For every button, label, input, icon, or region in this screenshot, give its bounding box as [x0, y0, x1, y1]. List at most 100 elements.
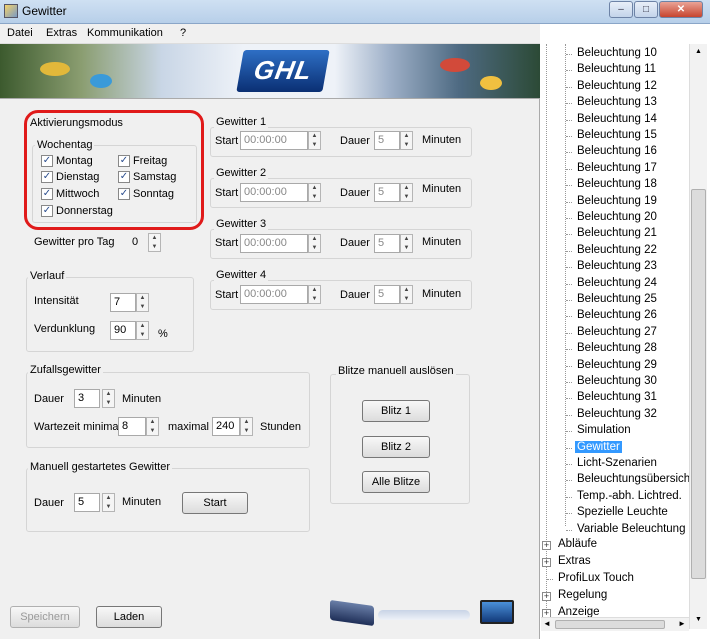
blitz-1-button[interactable]: Blitz 1	[362, 400, 430, 422]
tree-item[interactable]: Beleuchtung 29	[575, 359, 659, 371]
expand-icon[interactable]: +	[542, 558, 551, 567]
spin-up-icon[interactable]: ▲	[147, 418, 158, 426]
scroll-thumb[interactable]	[691, 189, 706, 579]
gewitter-pro-tag-spinner[interactable]: ▲ ▼	[148, 233, 161, 252]
verdunklung-spinner[interactable]: ▲ ▼	[136, 321, 149, 340]
blitz-2-button[interactable]: Blitz 2	[362, 436, 430, 458]
tree-item[interactable]: Beleuchtung 22	[575, 244, 659, 256]
spin-up-icon[interactable]: ▲	[309, 286, 320, 294]
tree-root-item[interactable]: Regelung	[558, 589, 607, 601]
tree-root-item[interactable]: ProfiLux Touch	[558, 572, 634, 584]
gewitter-4-start-spinner[interactable]: ▲ ▼	[308, 285, 321, 304]
scroll-left-icon[interactable]: ◄	[543, 619, 551, 628]
tree-item[interactable]: Beleuchtung 30	[575, 375, 659, 387]
expand-icon[interactable]: +	[542, 592, 551, 601]
spin-down-icon[interactable]: ▼	[401, 141, 412, 149]
manuell-dauer-spinner[interactable]: ▲ ▼	[102, 493, 115, 512]
tree-item[interactable]: Beleuchtung 16	[575, 145, 659, 157]
tree-horizontal-scrollbar[interactable]: ◄ ►	[541, 617, 689, 631]
tree-root-item[interactable]: Abläufe	[558, 538, 597, 550]
spin-up-icon[interactable]: ▲	[241, 418, 252, 426]
scroll-up-icon[interactable]: ▲	[695, 48, 702, 55]
gewitter-2-start-input[interactable]: 00:00:00	[240, 183, 308, 202]
spin-down-icon[interactable]: ▼	[103, 399, 114, 407]
intensitaet-input[interactable]: 7	[110, 293, 136, 312]
tree-item[interactable]: Beleuchtung 24	[575, 277, 659, 289]
gewitter-pro-tag-input[interactable]: 0	[128, 233, 148, 252]
gewitter-4-dauer-input[interactable]: 5	[374, 285, 400, 304]
menu-extras[interactable]: Extras	[46, 27, 77, 39]
tree-item[interactable]: Spezielle Leuchte	[575, 506, 670, 518]
tree-item[interactable]: Beleuchtung 15	[575, 129, 659, 141]
gewitter-3-start-spinner[interactable]: ▲ ▼	[308, 234, 321, 253]
zufall-dauer-input[interactable]: 3	[74, 389, 100, 408]
spin-down-icon[interactable]: ▼	[103, 503, 114, 511]
tree-item[interactable]: Beleuchtung 17	[575, 162, 659, 174]
manuell-dauer-input[interactable]: 5	[74, 493, 100, 512]
spin-down-icon[interactable]: ▼	[401, 244, 412, 252]
gewitter-1-dauer-input[interactable]: 5	[374, 131, 400, 150]
tree-item[interactable]: Variable Beleuchtung	[575, 523, 687, 535]
tree-item[interactable]: Licht-Szenarien	[575, 457, 659, 469]
minimize-button[interactable]: –	[609, 1, 633, 18]
alle-blitze-button[interactable]: Alle Blitze	[362, 471, 430, 493]
wartezeit-max-spinner[interactable]: ▲ ▼	[240, 417, 253, 436]
scroll-down-icon[interactable]: ▼	[695, 616, 702, 623]
tree-item[interactable]: Beleuchtung 32	[575, 408, 659, 420]
tree-item[interactable]: Beleuchtungsübersicht	[575, 473, 695, 485]
gewitter-1-start-input[interactable]: 00:00:00	[240, 131, 308, 150]
scroll-right-icon[interactable]: ►	[678, 619, 686, 628]
spin-up-icon[interactable]: ▲	[309, 132, 320, 140]
tree-root-item[interactable]: Extras	[558, 555, 591, 567]
gewitter-3-dauer-input[interactable]: 5	[374, 234, 400, 253]
tree-item[interactable]: Simulation	[575, 424, 633, 436]
spin-up-icon[interactable]: ▲	[401, 132, 412, 140]
tree-item[interactable]: Beleuchtung 19	[575, 195, 659, 207]
spin-down-icon[interactable]: ▼	[149, 243, 160, 251]
gewitter-1-start-spinner[interactable]: ▲ ▼	[308, 131, 321, 150]
spin-down-icon[interactable]: ▼	[241, 427, 252, 435]
tree-item[interactable]: Beleuchtung 10	[575, 47, 659, 59]
menu-help[interactable]: ?	[180, 27, 186, 39]
spin-up-icon[interactable]: ▲	[103, 494, 114, 502]
verdunklung-input[interactable]: 90	[110, 321, 136, 340]
load-button[interactable]: Laden	[96, 606, 162, 628]
tree-item[interactable]: Beleuchtung 25	[575, 293, 659, 305]
spin-down-icon[interactable]: ▼	[137, 331, 148, 339]
menu-datei[interactable]: Datei	[7, 27, 33, 39]
spin-up-icon[interactable]: ▲	[309, 184, 320, 192]
intensitaet-spinner[interactable]: ▲ ▼	[136, 293, 149, 312]
gewitter-4-dauer-spinner[interactable]: ▲ ▼	[400, 285, 413, 304]
spin-up-icon[interactable]: ▲	[137, 294, 148, 302]
maximize-button[interactable]: □	[634, 1, 658, 18]
spin-up-icon[interactable]: ▲	[401, 235, 412, 243]
tree-item[interactable]: Beleuchtung 20	[575, 211, 659, 223]
spin-down-icon[interactable]: ▼	[401, 193, 412, 201]
save-button[interactable]: Speichern	[10, 606, 80, 628]
tree-item[interactable]: Beleuchtung 23	[575, 260, 659, 272]
close-button[interactable]: ✕	[659, 1, 703, 18]
gewitter-4-start-input[interactable]: 00:00:00	[240, 285, 308, 304]
gewitter-3-start-input[interactable]: 00:00:00	[240, 234, 308, 253]
spin-up-icon[interactable]: ▲	[103, 390, 114, 398]
spin-down-icon[interactable]: ▼	[401, 295, 412, 303]
wartezeit-min-spinner[interactable]: ▲ ▼	[146, 417, 159, 436]
tree-item[interactable]: Gewitter	[575, 440, 622, 453]
tree-item[interactable]: Temp.-abh. Lichtred.	[575, 490, 684, 502]
tree-item[interactable]: Beleuchtung 13	[575, 96, 659, 108]
tree-item[interactable]: Beleuchtung 21	[575, 227, 659, 239]
expand-icon[interactable]: +	[542, 541, 551, 550]
gewitter-1-dauer-spinner[interactable]: ▲ ▼	[400, 131, 413, 150]
zufall-dauer-spinner[interactable]: ▲ ▼	[102, 389, 115, 408]
spin-up-icon[interactable]: ▲	[309, 235, 320, 243]
h-scroll-thumb[interactable]	[555, 620, 665, 629]
tree-item[interactable]: Beleuchtung 14	[575, 113, 659, 125]
gewitter-3-dauer-spinner[interactable]: ▲ ▼	[400, 234, 413, 253]
gewitter-2-start-spinner[interactable]: ▲ ▼	[308, 183, 321, 202]
spin-down-icon[interactable]: ▼	[309, 141, 320, 149]
wartezeit-max-input[interactable]: 240	[212, 417, 240, 436]
tree-item[interactable]: Beleuchtung 31	[575, 391, 659, 403]
tree-item[interactable]: Beleuchtung 27	[575, 326, 659, 338]
tree-item[interactable]: Beleuchtung 11	[575, 63, 658, 75]
wartezeit-min-input[interactable]: 8	[118, 417, 146, 436]
